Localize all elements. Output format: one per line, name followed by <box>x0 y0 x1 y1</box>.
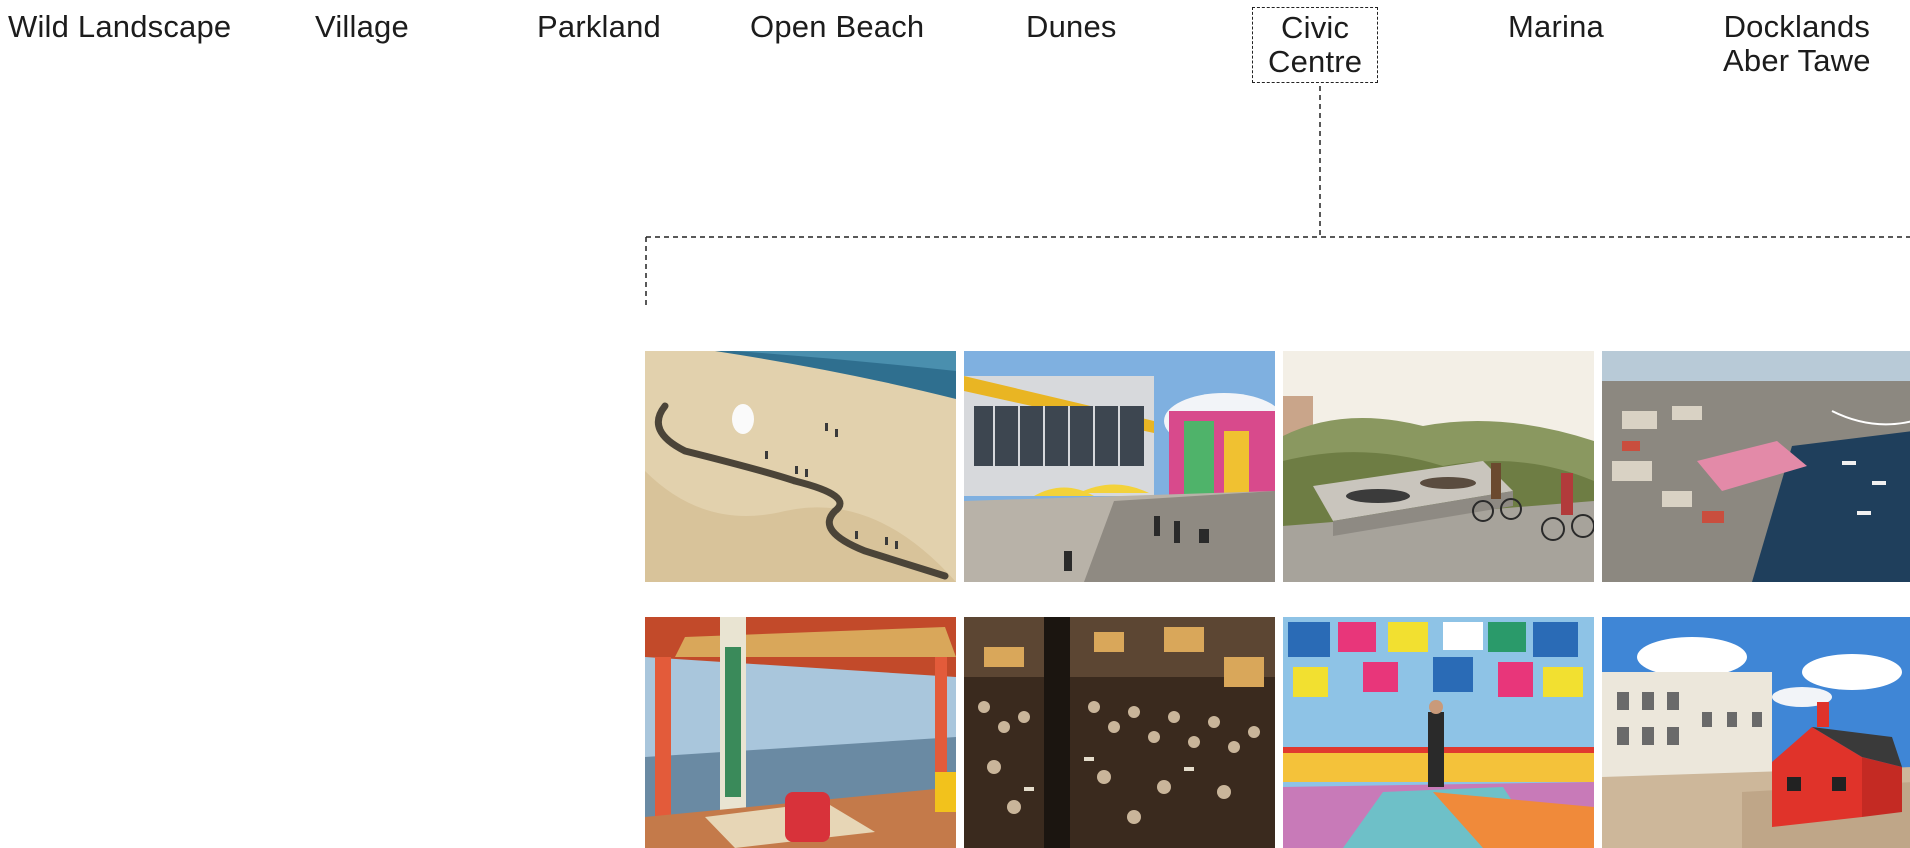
beach-sand-path-photo[interactable] <box>645 351 956 582</box>
photo-image <box>1602 351 1910 582</box>
photo-image <box>964 617 1275 848</box>
nav-label: Marina <box>1508 9 1604 44</box>
nav-label: Village <box>315 9 409 44</box>
nav-label: Civic <box>1281 10 1350 45</box>
photo-image <box>964 351 1275 582</box>
nav-item-civic-centre[interactable]: Civic Centre <box>1252 7 1379 83</box>
red-house-beach-photo[interactable] <box>1602 617 1910 848</box>
aerial-harbour-photo[interactable] <box>1602 351 1910 582</box>
nav-label: Dunes <box>1026 9 1117 44</box>
nav-label: Aber Tawe <box>1723 43 1871 78</box>
photo-image <box>1283 617 1594 848</box>
colourful-pavilion-photo[interactable] <box>645 617 956 848</box>
nav-item-parkland[interactable]: Parkland <box>537 10 661 44</box>
photo-image <box>1283 351 1594 582</box>
nav-label: Centre <box>1268 44 1363 79</box>
photo-image <box>1602 617 1910 848</box>
nav-item-dunes[interactable]: Dunes <box>1026 10 1117 44</box>
nav-label: Wild Landscape <box>8 9 232 44</box>
nav-item-open-beach[interactable]: Open Beach <box>750 10 924 44</box>
photo-image <box>645 617 956 848</box>
nav-item-marina[interactable]: Marina <box>1508 10 1604 44</box>
nav-item-docklands-aber-tawe[interactable]: Docklands Aber Tawe <box>1723 10 1871 78</box>
nav-label: Parkland <box>537 9 661 44</box>
nav-item-wild-landscape[interactable]: Wild Landscape <box>8 10 231 44</box>
dune-bench-cyclists-photo[interactable] <box>1283 351 1594 582</box>
festival-terrace-photo[interactable] <box>964 351 1275 582</box>
crowded-market-hall-photo[interactable] <box>964 617 1275 848</box>
nav-label: Docklands <box>1723 9 1871 44</box>
nav-item-village[interactable]: Village <box>315 10 409 44</box>
nav-label: Open Beach <box>750 9 925 44</box>
photo-image <box>645 351 956 582</box>
poster-pavilion-photo[interactable] <box>1283 617 1594 848</box>
